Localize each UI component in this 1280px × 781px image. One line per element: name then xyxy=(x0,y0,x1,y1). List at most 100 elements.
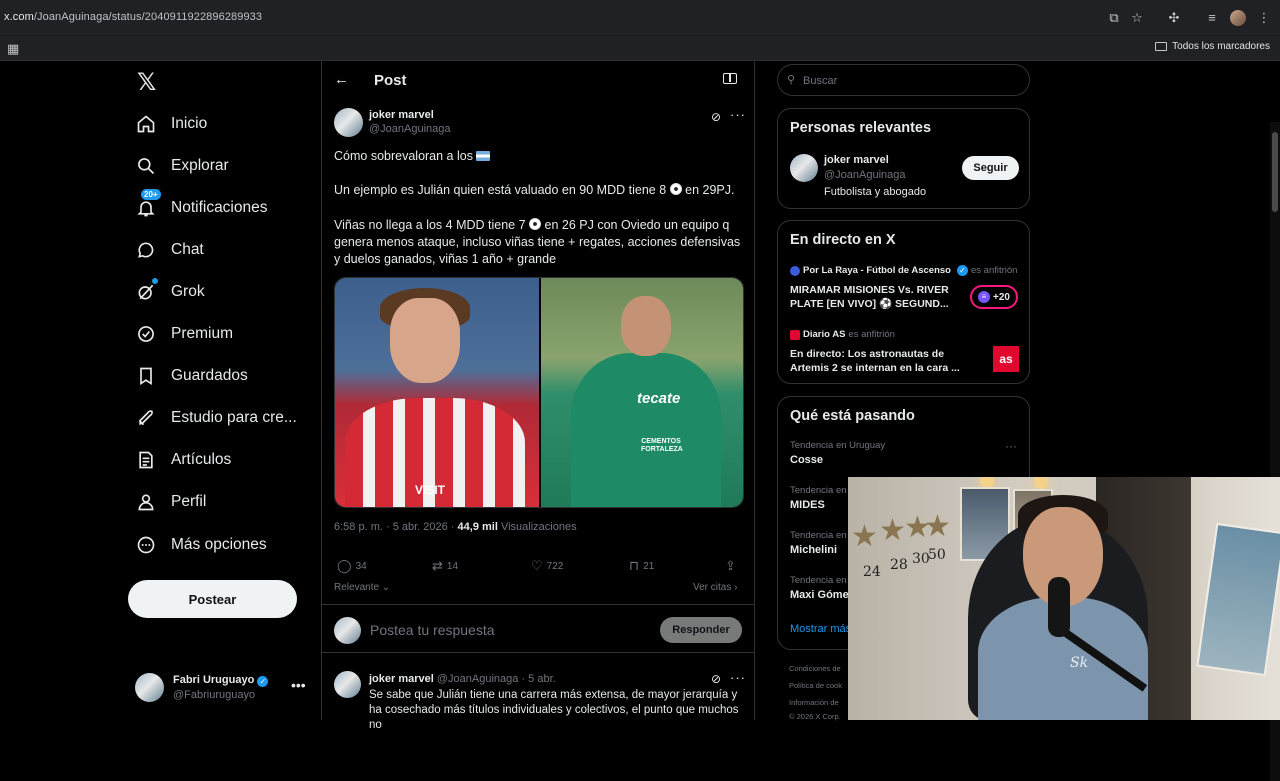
trend-topic[interactable]: Maxi Góme xyxy=(790,589,849,601)
more-icon[interactable]: ··· xyxy=(1005,439,1017,453)
share-button[interactable]: ⇪ xyxy=(725,558,736,574)
nav-label: Notificaciones xyxy=(171,199,268,216)
tweet-time[interactable]: 6:58 p. m. · 5 abr. 2026 · xyxy=(334,521,454,533)
tweet-media[interactable]: VISIT tecate CEMENTOS FORTALEZA xyxy=(334,277,744,508)
trend-label: Tendencia en xyxy=(790,485,847,496)
scrollbar-thumb[interactable] xyxy=(1272,132,1278,212)
footer-link[interactable]: Información de xyxy=(789,698,839,707)
nav-item-perfil[interactable]: Perfil xyxy=(135,489,206,515)
wall-number: 28 xyxy=(890,557,908,573)
shirt-logo: Sk xyxy=(1070,655,1089,671)
home-icon xyxy=(135,113,157,135)
relevant-people-card: Personas relevantes joker marvel @JoanAg… xyxy=(777,108,1030,209)
star-icon[interactable]: ☆ xyxy=(1129,10,1145,26)
trend-topic[interactable]: Michelini xyxy=(790,544,837,556)
nav-item-articulos[interactable]: Artículos xyxy=(135,447,231,473)
extensions-icon[interactable]: ✣ xyxy=(1166,10,1182,26)
live-host: Diario AS es anfitrión xyxy=(790,329,895,340)
trend-label: Tendencia en xyxy=(790,575,847,586)
reader-mode-icon[interactable] xyxy=(723,73,737,84)
browser-url-bar[interactable]: x.com/JoanAguinaga/status/20409119228962… xyxy=(0,0,1280,36)
grok-icon xyxy=(135,278,158,303)
url-text[interactable]: x.com/JoanAguinaga/status/20409119228962… xyxy=(4,11,262,23)
soccer-ball-icon xyxy=(669,183,682,195)
reply-submit-button[interactable]: Responder xyxy=(660,617,742,643)
trend-topic[interactable]: Cosse xyxy=(790,454,823,466)
more-icon[interactable]: ··· xyxy=(730,107,746,122)
media-image-left[interactable]: VISIT xyxy=(335,278,539,507)
bell-icon: 20+ xyxy=(135,189,161,219)
nav-label: Explorar xyxy=(171,157,229,174)
profile-avatar-icon[interactable] xyxy=(1230,10,1246,26)
more-icon[interactable]: ··· xyxy=(730,670,746,685)
like-button[interactable]: ♡ 722 xyxy=(531,558,563,574)
argentina-flag-icon xyxy=(476,151,491,161)
post-button[interactable]: Postear xyxy=(128,580,297,618)
reply-input[interactable]: Postea tu respuesta xyxy=(370,622,495,638)
grok-icon[interactable]: ⊘ xyxy=(711,110,721,124)
grok-icon[interactable]: ⊘ xyxy=(711,672,721,686)
nav-label: Inicio xyxy=(171,115,208,132)
menu-kebab-icon[interactable]: ⋮ xyxy=(1256,10,1272,26)
account-handle: @Fabriuruguayo xyxy=(173,689,256,701)
notification-badge: 20+ xyxy=(141,189,161,200)
media-control-icon[interactable]: ≡ xyxy=(1204,10,1220,26)
tweet-author-handle[interactable]: @JoanAguinaga xyxy=(369,123,451,135)
avatar[interactable] xyxy=(334,108,363,137)
avatar[interactable] xyxy=(790,154,818,182)
live-title[interactable]: MIRAMAR MISIONES Vs. RIVER PLATE [EN VIV… xyxy=(790,283,965,311)
ceiling-lamp xyxy=(1034,477,1048,489)
verified-icon: ✓ xyxy=(956,265,968,276)
main-column: ← Post joker marvel @JoanAguinaga ⊘ ··· … xyxy=(321,61,755,731)
back-arrow-icon[interactable]: ← xyxy=(334,71,349,88)
profile-icon xyxy=(135,491,157,513)
show-more-link[interactable]: Mostrar más xyxy=(790,623,851,635)
nav-label: Estudio para cre... xyxy=(171,409,297,426)
account-name: Fabri Uruguayo ✓ xyxy=(173,674,269,687)
trend-label: Tendencia en xyxy=(790,530,847,541)
nav-item-chat[interactable]: Chat xyxy=(135,237,204,263)
nav-item-guardados[interactable]: Guardados xyxy=(135,363,248,389)
reply-count: 34 xyxy=(355,560,367,572)
reply-tweet[interactable]: joker marvel @JoanAguinaga · 5 abr. ⊘ ··… xyxy=(322,661,754,731)
tweet-author-name[interactable]: joker marvel xyxy=(369,109,434,121)
trend-topic[interactable]: MIDES xyxy=(790,499,825,511)
apps-grid-icon[interactable]: ▦ xyxy=(7,41,19,57)
listeners-badge[interactable]: ≡ +20 xyxy=(970,285,1018,309)
reply-button[interactable]: ◯ 34 xyxy=(337,558,367,574)
repost-button[interactable]: ⇄ 14 xyxy=(432,558,458,574)
share-icon: ⇪ xyxy=(725,558,736,573)
bookmarks-bar: ▦ Todos los marcadores xyxy=(0,36,1280,61)
nav-item-inicio[interactable]: Inicio xyxy=(135,111,207,137)
more-icon[interactable]: ••• xyxy=(291,677,306,693)
post-header: ← Post xyxy=(322,61,754,99)
live-title[interactable]: En directo: Los astronautas de Artemis 2… xyxy=(790,347,965,375)
person-name[interactable]: joker marvel xyxy=(824,154,889,166)
account-switcher[interactable]: Fabri Uruguayo ✓ @Fabriuruguayo ••• xyxy=(135,671,315,705)
sort-dropdown[interactable]: Relevante ⌄ xyxy=(334,582,390,593)
x-logo-icon[interactable]: 𝕏 xyxy=(137,68,156,96)
all-bookmarks-button[interactable]: Todos los marcadores xyxy=(1155,41,1270,52)
nav-item-grok[interactable]: Grok xyxy=(135,278,205,305)
nav-label: Guardados xyxy=(171,367,248,384)
search-input[interactable]: ⚲ Buscar xyxy=(777,64,1030,96)
bookmark-button[interactable]: ⊓ 21 xyxy=(629,558,654,574)
footer-link[interactable]: Condiciones de xyxy=(789,664,841,673)
media-image-right[interactable]: tecate CEMENTOS FORTALEZA xyxy=(541,278,743,507)
view-quotes-link[interactable]: Ver citas › xyxy=(693,582,737,593)
avatar[interactable] xyxy=(334,671,361,698)
article-icon xyxy=(135,449,157,471)
space-icon: ≡ xyxy=(978,291,991,303)
like-count: 722 xyxy=(546,560,564,572)
nav-item-estudio[interactable]: Estudio para cre... xyxy=(135,405,297,431)
nav-item-mas-opciones[interactable]: Más opciones xyxy=(135,532,267,558)
install-app-icon[interactable]: ⧉ xyxy=(1106,10,1122,26)
follow-button[interactable]: Seguir xyxy=(962,156,1019,180)
nav-item-explorar[interactable]: Explorar xyxy=(135,153,229,179)
wall-number: 24 xyxy=(863,564,881,580)
nav-item-notificaciones[interactable]: 20+ Notificaciones xyxy=(135,189,268,221)
bookmark-count: 21 xyxy=(643,560,655,572)
footer-link[interactable]: Política de cook xyxy=(789,681,842,690)
nav-label: Premium xyxy=(171,325,234,342)
nav-item-premium[interactable]: Premium xyxy=(135,321,233,347)
